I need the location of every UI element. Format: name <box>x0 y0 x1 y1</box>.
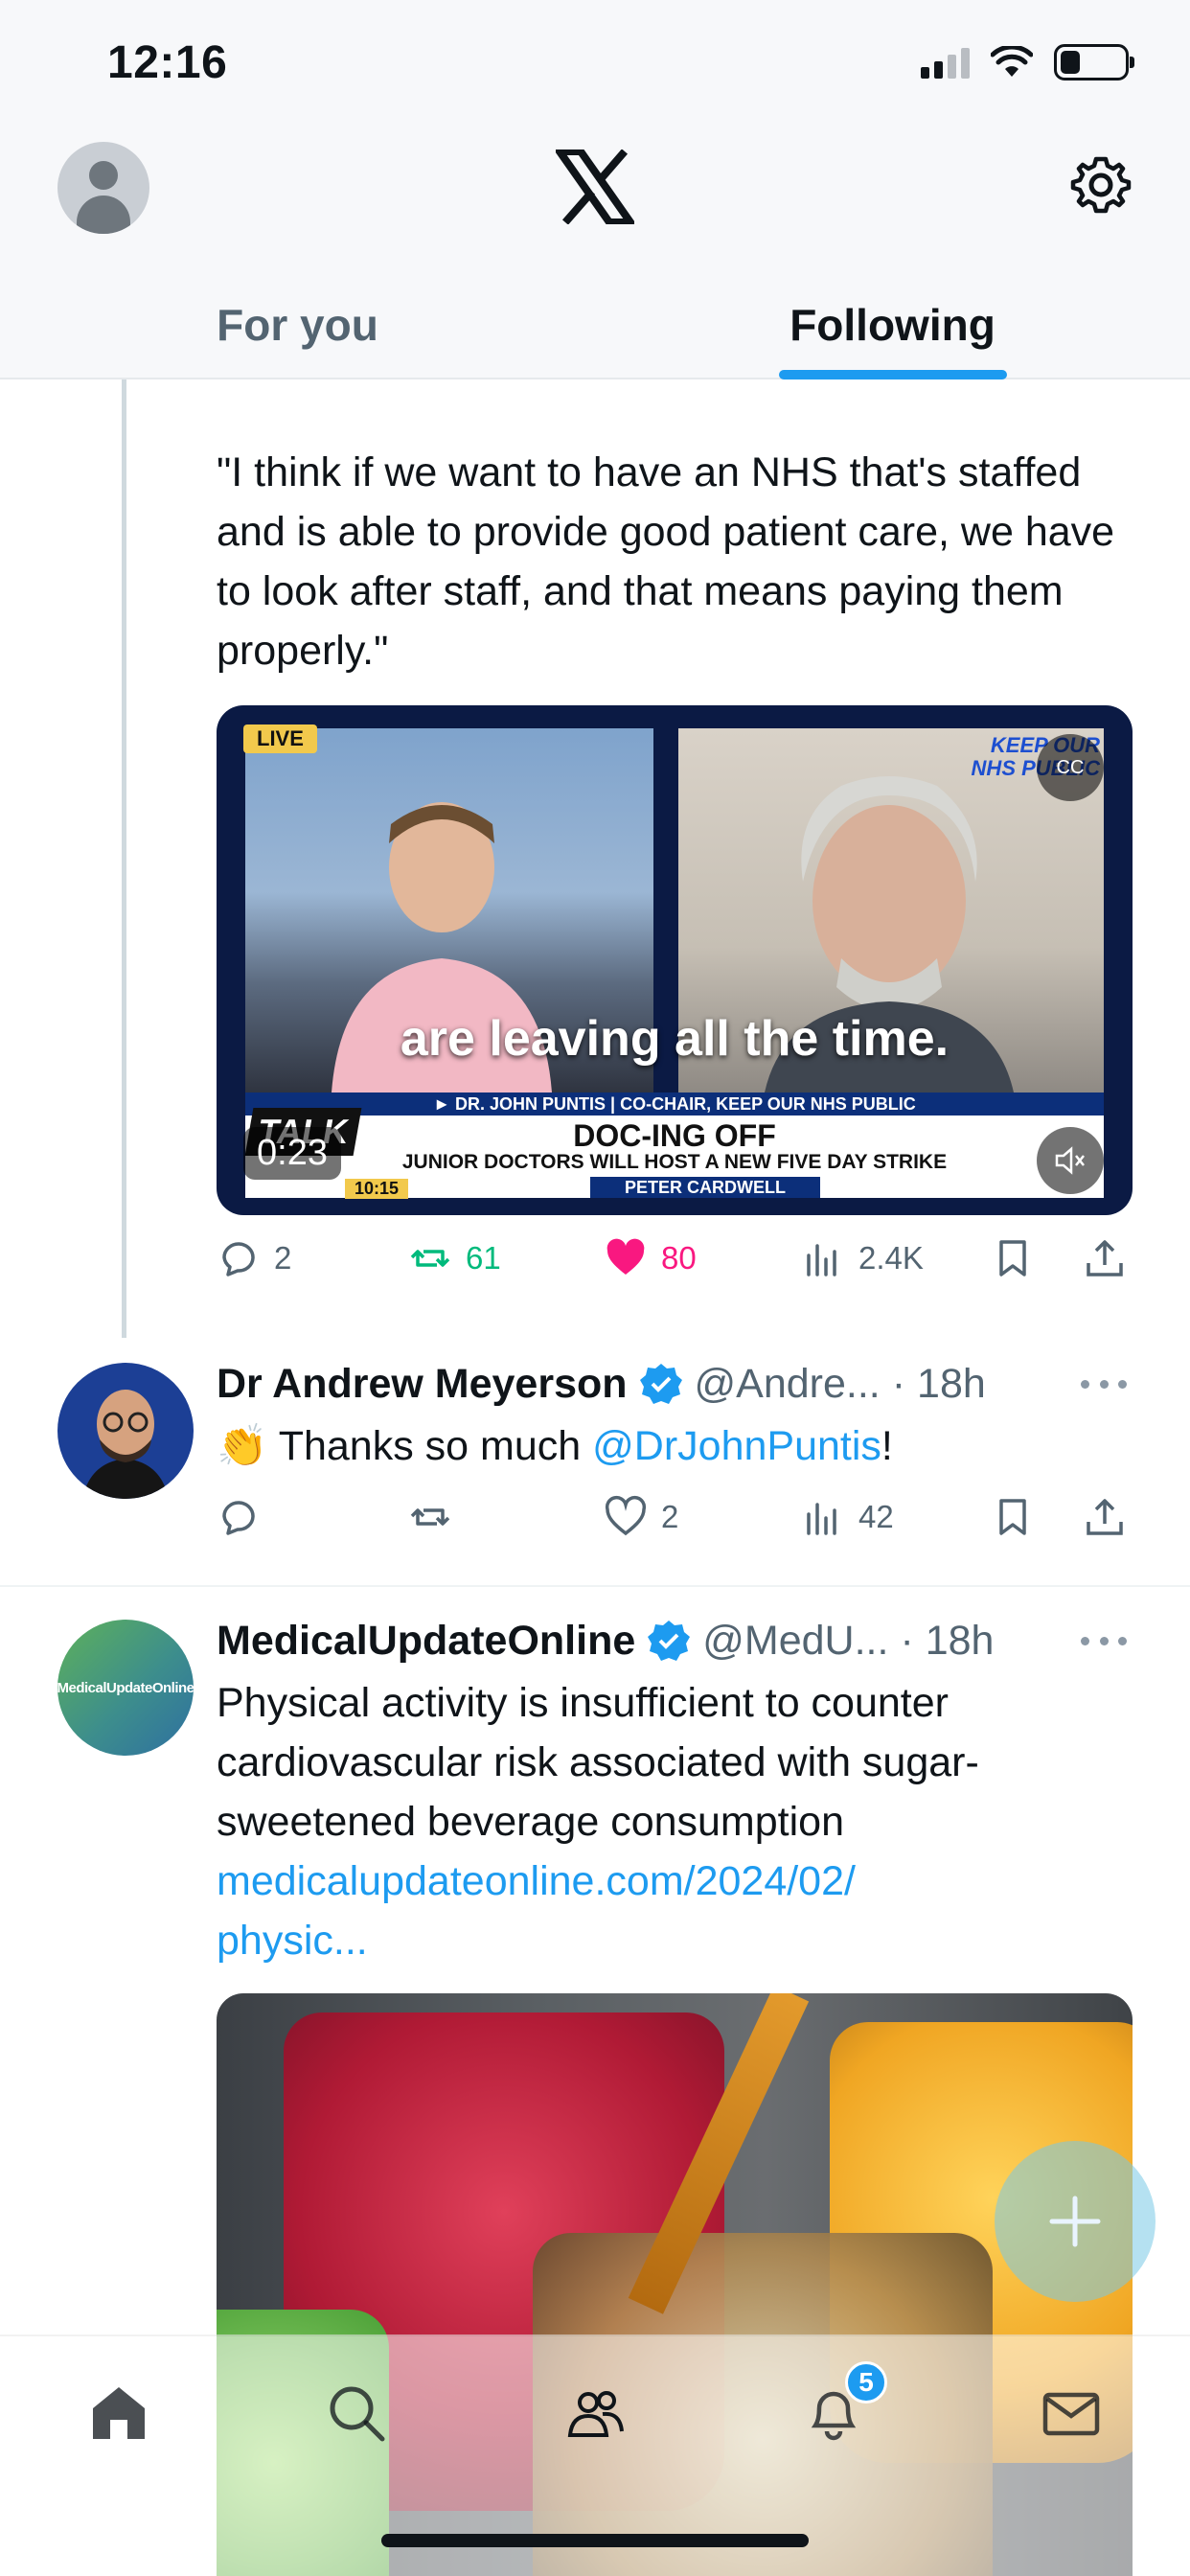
lower-third-caption: ► DR. JOHN PUNTIS | CO-CHAIR, KEEP OUR N… <box>245 1092 1104 1116</box>
reply-icon <box>222 1501 255 1535</box>
share-icon <box>1087 1499 1123 1535</box>
reply-button[interactable]: 2 <box>217 1236 291 1280</box>
view-count: 2.4K <box>858 1240 924 1276</box>
status-time: 12:16 <box>107 37 228 88</box>
status-icons <box>921 44 1134 80</box>
bookmark-icon <box>999 1240 1026 1276</box>
repost-count: 61 <box>466 1240 501 1276</box>
notifications-badge: 5 <box>845 2361 887 2404</box>
bookmark-button[interactable] <box>991 1236 1035 1280</box>
tweet-divider <box>0 1585 1190 1587</box>
timeline-tabs: For you Following <box>0 278 1190 380</box>
tweet-text: 👏 Thanks so much @DrJohnPuntis! <box>217 1416 893 1476</box>
mention-link[interactable]: @DrJohnPuntis <box>592 1423 881 1469</box>
repost-button[interactable] <box>408 1495 466 1539</box>
thread-connector-line <box>122 380 126 1338</box>
views-chart-icon <box>807 1503 836 1535</box>
views-chart-icon <box>807 1244 836 1276</box>
lower-third-subheadline: JUNIOR DOCTORS WILL HOST A NEW FIVE DAY … <box>401 1151 948 1173</box>
wifi-icon <box>991 46 1033 77</box>
lower-third-headline: DOC-ING OFF <box>573 1118 776 1153</box>
tweet-video[interactable]: LIVE KEEP OUR NHS PUBLIC are leaving all… <box>217 705 1133 1215</box>
heart-icon <box>605 1495 647 1536</box>
communities-icon <box>567 2391 624 2437</box>
share-button[interactable] <box>1083 1236 1127 1280</box>
verified-badge-icon <box>648 1621 691 1661</box>
clapping-emoji: 👏 <box>217 1423 268 1469</box>
author-name[interactable]: MedicalUpdateOnline <box>217 1618 635 1665</box>
share-button[interactable] <box>1083 1495 1127 1539</box>
views-button[interactable]: 42 <box>801 1495 894 1539</box>
cellular-signal-icon <box>921 46 970 79</box>
home-indicator <box>381 2534 809 2547</box>
like-count: 80 <box>661 1240 697 1276</box>
tweet-time: · 18h <box>900 1617 995 1664</box>
battery-icon <box>1054 44 1134 80</box>
captions-icon[interactable]: CC <box>1037 734 1104 801</box>
like-button[interactable]: 2 <box>604 1495 678 1539</box>
tweet-text: "I think if we want to have an NHS that'… <box>217 449 1115 674</box>
nav-search[interactable] <box>318 2375 395 2451</box>
mail-icon <box>1042 2392 1100 2436</box>
nav-home[interactable] <box>80 2375 157 2451</box>
nav-communities[interactable] <box>558 2375 634 2451</box>
repost-button[interactable]: 61 <box>408 1236 501 1280</box>
author-avatar[interactable]: MedicalUpdateOnline <box>57 1620 194 1756</box>
profile-avatar[interactable] <box>57 142 149 234</box>
active-tab-indicator <box>778 370 1007 380</box>
like-button[interactable]: 80 <box>604 1236 697 1280</box>
author-name[interactable]: Dr Andrew Meyerson <box>217 1361 628 1408</box>
bookmark-icon <box>999 1499 1026 1535</box>
author-handle: @Andre... <box>694 1360 881 1407</box>
tweet-actions: 2 42 <box>217 1495 1133 1552</box>
tweet-time: · 18h <box>891 1360 986 1407</box>
bookmark-button[interactable] <box>991 1495 1035 1539</box>
status-bar: 12:16 <box>0 0 1190 125</box>
video-duration: 0:23 <box>243 1127 341 1180</box>
tweet-header: MedicalUpdateOnline @MedU... · 18h <box>217 1612 994 1669</box>
broadcast-clock: 10:15 <box>345 1179 409 1199</box>
article-link-line-1: medicalupdateonline.com/2024/02/ <box>217 1858 856 1904</box>
verified-badge-icon <box>639 1364 682 1404</box>
plus-icon <box>1049 2196 1101 2247</box>
reply-icon <box>222 1242 255 1276</box>
tab-for-you-label: For you <box>217 300 378 350</box>
tweet-actions: 2 61 80 2.4K <box>217 1236 1133 1294</box>
tab-following-label: Following <box>790 300 995 350</box>
article-link-line-2: physic... <box>217 1918 368 1964</box>
compose-post-button[interactable] <box>995 2141 1156 2302</box>
tweet-text-end: ! <box>881 1423 893 1469</box>
repost-icon <box>410 1250 450 1267</box>
more-options-icon[interactable] <box>1081 1631 1127 1650</box>
home-icon <box>93 2387 145 2439</box>
mute-icon[interactable] <box>1037 1127 1104 1194</box>
tab-for-you[interactable]: For you <box>0 278 595 380</box>
heart-filled-icon <box>606 1238 645 1275</box>
video-live-tag: LIVE <box>243 724 317 753</box>
author-avatar[interactable] <box>57 1363 194 1499</box>
avatar-logo-text: MedicalUpdateOnline <box>57 1679 194 1696</box>
tab-following[interactable]: Following <box>595 278 1190 380</box>
video-subtitle: are leaving all the time. <box>400 1011 950 1067</box>
author-handle: @MedU... <box>702 1617 889 1664</box>
nav-messages[interactable] <box>1033 2375 1110 2451</box>
share-icon <box>1087 1240 1123 1276</box>
tweet-header: Dr Andrew Meyerson @Andre... · 18h <box>217 1355 986 1413</box>
view-count: 42 <box>858 1499 894 1534</box>
reply-count: 2 <box>274 1240 292 1276</box>
tweet-text: Physical activity is insufficient to cou… <box>217 1680 979 1845</box>
tweet-text-start: Thanks so much <box>267 1423 593 1469</box>
search-icon <box>330 2386 385 2442</box>
repost-icon <box>410 1508 450 1526</box>
top-header: For you Following <box>0 125 1190 380</box>
views-button[interactable]: 2.4K <box>801 1236 924 1280</box>
lower-third-presenter: PETER CARDWELL <box>590 1177 820 1198</box>
more-options-icon[interactable] <box>1081 1374 1127 1393</box>
settings-gear-icon[interactable] <box>1069 153 1133 217</box>
x-logo-icon <box>556 150 634 224</box>
like-count: 2 <box>661 1499 679 1534</box>
reply-button[interactable] <box>217 1495 274 1539</box>
article-link[interactable]: medicalupdateonline.com/2024/02/ physic.… <box>217 1852 856 1970</box>
